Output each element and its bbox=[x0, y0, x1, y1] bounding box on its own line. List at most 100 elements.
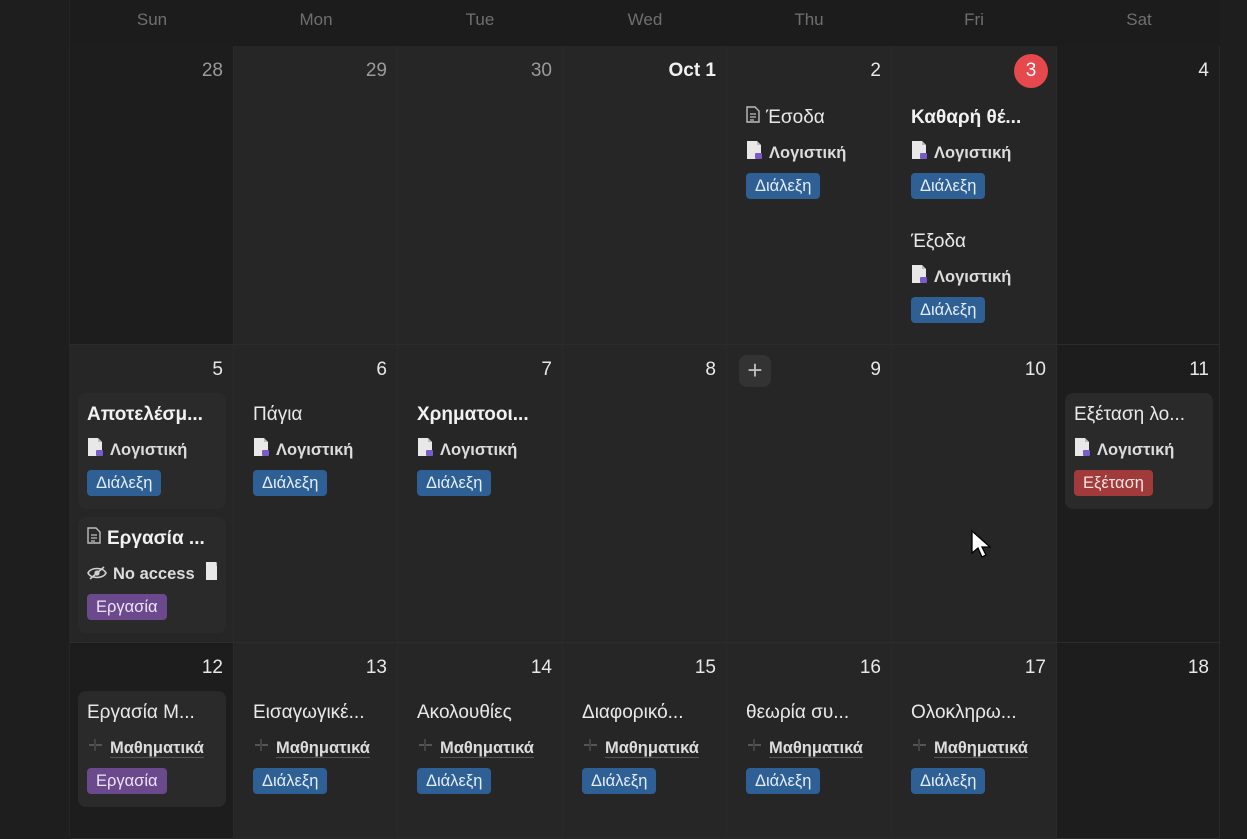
event-card[interactable]: Εργασία Μ... Μαθηματικά Εργασία bbox=[78, 691, 226, 807]
date-number: 10 bbox=[1024, 359, 1046, 380]
event-card[interactable]: θεωρία συ... Μαθηματικά Διάλεξη bbox=[737, 691, 887, 807]
event-card[interactable]: Εισαγωγικέ... Μαθηματικά Διάλεξη bbox=[244, 691, 394, 807]
day-cell-oct-16[interactable]: 16 θεωρία συ... Μαθηματικά Διάλεξη bbox=[727, 643, 892, 839]
event-title: Χρηματοοι... bbox=[417, 404, 529, 425]
page-icon bbox=[417, 735, 434, 759]
day-cell-oct-1[interactable]: Oct 1 bbox=[563, 46, 727, 345]
course-property: Λογιστική bbox=[253, 437, 383, 461]
date-number: 16 bbox=[859, 657, 881, 678]
course-name: Λογιστική bbox=[440, 440, 518, 459]
day-cell-oct-7[interactable]: 7 Χρηματοοι... Λογιστική Διάλεξη bbox=[398, 345, 563, 643]
date-number: 17 bbox=[1024, 657, 1046, 678]
event-card[interactable]: Πάγια Λογιστική Διάλεξη bbox=[244, 393, 392, 509]
event-title: Έξοδα bbox=[911, 231, 967, 252]
event-card[interactable]: Χρηματοοι... Λογιστική Διάλεξη bbox=[408, 393, 558, 509]
event-card[interactable]: Ολοκληρω... Μαθηματικά Διάλεξη bbox=[902, 691, 1052, 807]
day-cell-sep-29[interactable]: 29 bbox=[234, 46, 398, 345]
course-property: Μαθηματικά bbox=[746, 735, 878, 759]
weekday-header-tue: Tue bbox=[465, 10, 495, 29]
event-title: Πάγια bbox=[253, 404, 303, 425]
event-card[interactable]: Έξοδα Λογιστική Διάλεξη bbox=[902, 220, 1052, 336]
day-cell-oct-8[interactable]: 8 bbox=[563, 345, 727, 643]
page-icon bbox=[417, 437, 434, 461]
event-card[interactable]: Έσοδα Λογιστική Διάλεξη bbox=[737, 96, 887, 212]
page-icon bbox=[87, 437, 104, 461]
date-number: 8 bbox=[705, 359, 716, 380]
course-property: Λογιστική bbox=[746, 140, 878, 164]
type-tag: Διάλεξη bbox=[582, 768, 657, 794]
date-number: 4 bbox=[1198, 60, 1209, 81]
day-cell-oct-18[interactable]: 18 bbox=[1057, 643, 1220, 839]
date-number: 11 bbox=[1189, 359, 1209, 380]
type-tag: Διάλεξη bbox=[911, 297, 986, 323]
page-icon bbox=[253, 437, 270, 461]
day-cell-oct-2[interactable]: 2 Έσοδα Λογιστική Διάλεξη bbox=[727, 46, 892, 345]
event-card[interactable]: Ακολουθίες Μαθηματικά Διάλεξη bbox=[408, 691, 558, 807]
page-icon bbox=[911, 140, 928, 164]
day-cell-oct-5[interactable]: 5 Αποτελέσμ... Λογιστική Διάλεξη Εργασία… bbox=[70, 345, 234, 643]
type-tag: Εργασία bbox=[87, 594, 167, 620]
day-cell-sep-28[interactable]: 28 bbox=[70, 46, 234, 345]
event-card[interactable]: Εξέταση λο... Λογιστική Εξέταση bbox=[1065, 393, 1213, 509]
type-tag: Διάλεξη bbox=[911, 173, 986, 199]
add-event-button[interactable]: + bbox=[739, 355, 771, 387]
date-number: 14 bbox=[530, 657, 552, 678]
page-icon bbox=[746, 735, 763, 759]
course-name: Μαθηματικά bbox=[934, 738, 1028, 758]
date-number: 7 bbox=[541, 359, 552, 380]
day-cell-sep-30[interactable]: 30 bbox=[398, 46, 563, 345]
course-name: Λογιστική bbox=[110, 440, 188, 459]
date-number: 30 bbox=[530, 60, 552, 81]
course-name: Μαθηματικά bbox=[440, 738, 534, 758]
event-card[interactable]: Διαφορικό... Μαθηματικά Διάλεξη bbox=[573, 691, 723, 807]
course-name: Λογιστική bbox=[934, 267, 1012, 286]
page-icon bbox=[253, 735, 270, 759]
day-cell-oct-14[interactable]: 14 Ακολουθίες Μαθηματικά Διάλεξη bbox=[398, 643, 563, 839]
course-property: Λογιστική bbox=[1074, 437, 1204, 461]
day-cell-oct-3[interactable]: 3 Καθαρή θέ... Λογιστική Διάλεξη Έξοδα Λ… bbox=[892, 46, 1057, 345]
event-title: Αποτελέσμ... bbox=[87, 404, 203, 425]
day-cell-oct-6[interactable]: 6 Πάγια Λογιστική Διάλεξη bbox=[234, 345, 398, 643]
day-cell-oct-13[interactable]: 13 Εισαγωγικέ... Μαθηματικά Διάλεξη bbox=[234, 643, 398, 839]
date-number: 12 bbox=[201, 657, 223, 678]
type-tag: Διάλεξη bbox=[746, 768, 821, 794]
event-title: Ακολουθίες bbox=[417, 702, 512, 723]
right-margin bbox=[1220, 0, 1247, 839]
course-name: Μαθηματικά bbox=[276, 738, 370, 758]
course-property: Μαθηματικά bbox=[911, 735, 1043, 759]
course-property: Λογιστική bbox=[911, 264, 1043, 288]
weekday-header-wed: Wed bbox=[627, 10, 663, 29]
date-number: 13 bbox=[365, 657, 387, 678]
date-number: 18 bbox=[1187, 657, 1209, 678]
course-name: Λογιστική bbox=[1097, 440, 1175, 459]
course-name: Λογιστική bbox=[276, 440, 354, 459]
event-title: θεωρία συ... bbox=[746, 702, 850, 723]
course-name: Μαθηματικά bbox=[110, 738, 204, 758]
event-card[interactable]: Καθαρή θέ... Λογιστική Διάλεξη bbox=[902, 96, 1052, 212]
event-title: Καθαρή θέ... bbox=[911, 107, 1022, 128]
page-icon bbox=[746, 140, 763, 164]
event-title-text: Εργασία ... bbox=[107, 528, 205, 550]
course-name: Λογιστική bbox=[934, 143, 1012, 162]
eye-slash-icon bbox=[87, 563, 107, 586]
weekday-header-sun: Sun bbox=[136, 10, 168, 29]
day-cell-oct-9[interactable]: + 9 bbox=[727, 345, 892, 643]
course-property: Λογιστική bbox=[417, 437, 549, 461]
calendar-view: Sun Mon Tue Wed Thu Fri Sat 28 29 30 Oct… bbox=[0, 0, 1247, 839]
page-icon bbox=[911, 735, 928, 759]
date-number: 5 bbox=[212, 359, 223, 380]
type-tag: Διάλεξη bbox=[746, 173, 821, 199]
day-cell-oct-15[interactable]: 15 Διαφορικό... Μαθηματικά Διάλεξη bbox=[563, 643, 727, 839]
day-cell-oct-12[interactable]: 12 Εργασία Μ... Μαθηματικά Εργασία bbox=[70, 643, 234, 839]
event-title: Εξέταση λο... bbox=[1074, 404, 1186, 425]
date-number: 28 bbox=[201, 60, 223, 81]
access-property: No access bbox=[87, 561, 217, 585]
day-cell-oct-10[interactable]: 10 bbox=[892, 345, 1057, 643]
mouse-cursor-icon bbox=[971, 530, 991, 558]
day-cell-oct-4[interactable]: 4 bbox=[1057, 46, 1220, 345]
day-cell-oct-17[interactable]: 17 Ολοκληρω... Μαθηματικά Διάλεξη bbox=[892, 643, 1057, 839]
course-property: Μαθηματικά bbox=[582, 735, 714, 759]
event-card[interactable]: Εργασία ... No access Εργασία bbox=[78, 517, 226, 633]
event-card[interactable]: Αποτελέσμ... Λογιστική Διάλεξη bbox=[78, 393, 226, 509]
day-cell-oct-11[interactable]: 11 Εξέταση λο... Λογιστική Εξέταση bbox=[1057, 345, 1220, 643]
